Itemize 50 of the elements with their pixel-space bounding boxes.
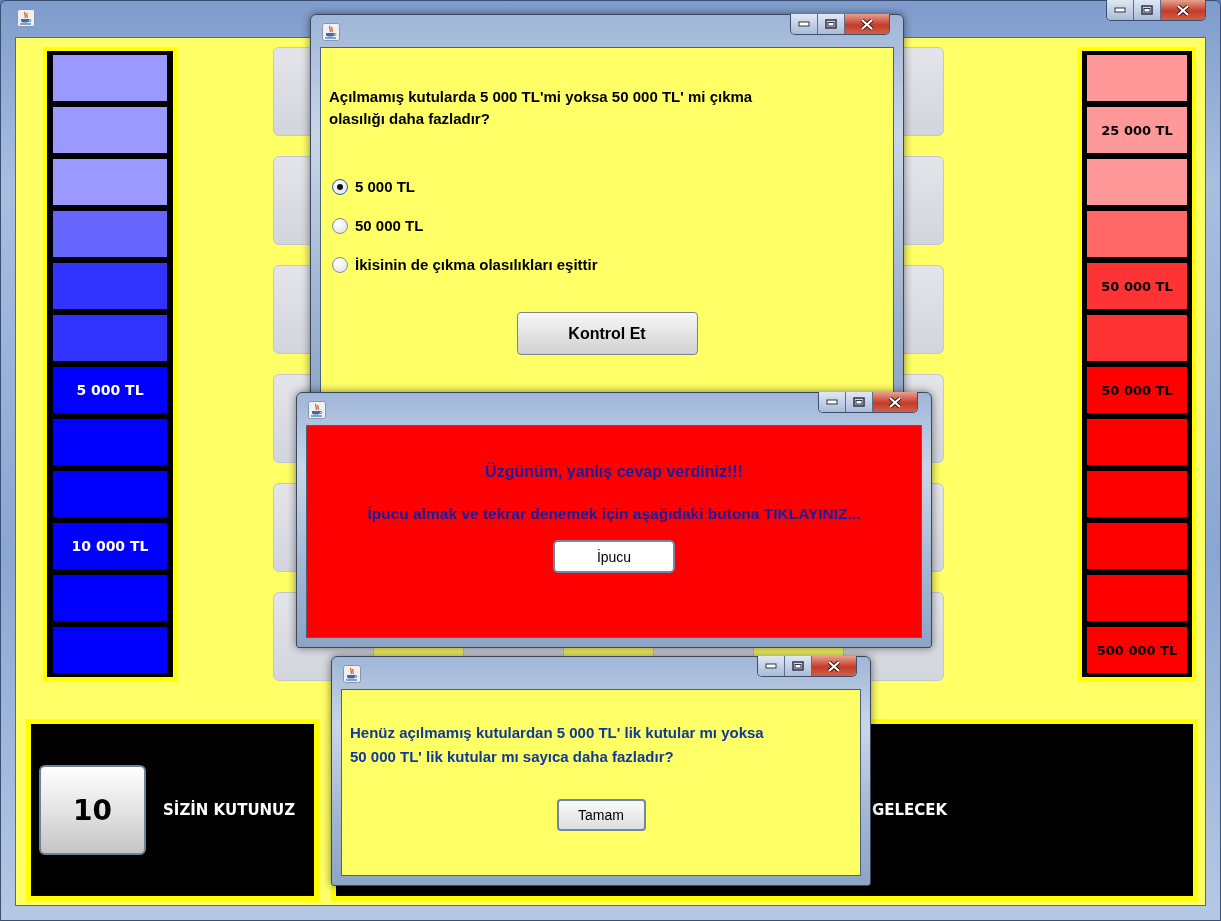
cup-icon [343,665,361,683]
close-button[interactable] [812,656,856,676]
option-label: 5 000 TL [355,178,416,195]
question-text: Açılmamış kutularda 5 000 TL'mi yoksa 50 000 TL' mi çıkma olasılığı daha fazladır? [329,87,754,129]
prize-tier: 25 000 TL [1087,107,1187,153]
close-button[interactable] [1161,0,1205,20]
hint-message: Henüz açılmamış kutulardan 5 000 TL' lik kutular mı yoksa 50 000 TL' lik kutular mı sayıca daha fazladır? [350,723,764,767]
minimize-button[interactable] [819,392,846,412]
close-button[interactable] [845,14,889,34]
maximize-button[interactable] [1134,0,1161,20]
hint-button[interactable]: İpucu [553,540,675,573]
prize-tier: 500 000 TL [1087,627,1187,673]
maximize-button[interactable] [785,656,812,676]
cup-icon [322,23,340,41]
minimize-icon [1114,7,1126,13]
maximize-button[interactable] [818,14,845,34]
error-heading: Üzgünüm, yanlış cevap verdiniz!!! [485,463,743,481]
radio-button[interactable] [332,217,348,234]
minimize-icon [765,663,777,669]
ok-button[interactable]: Tamam [556,799,646,831]
maximize-icon [853,397,865,407]
minimize-icon [798,21,810,27]
maximize-icon [1141,5,1153,15]
your-box-label: SİZİN KUTUNUZ [163,801,296,819]
check-button[interactable]: Kontrol Et [516,312,698,355]
close-icon [860,18,874,30]
minimize-button[interactable] [1107,0,1134,20]
prize-tier: 10 000 TL [53,523,167,569]
prize-tier: 5 000 TL [53,367,167,413]
radio-button[interactable] [332,178,348,195]
offer-label: GELECEK [872,801,948,819]
cup-icon [17,9,35,27]
close-icon [1176,4,1190,16]
maximize-button[interactable] [846,392,873,412]
close-icon [827,660,841,672]
minimize-button[interactable] [758,656,785,676]
radio-button[interactable] [332,256,348,273]
close-icon [888,396,902,408]
close-button[interactable] [873,392,917,412]
option-label: 50 000 TL [355,217,424,234]
option-label: İkisinin de çıkma olasılıkları eşittir [355,256,598,273]
minimize-button[interactable] [791,14,818,34]
maximize-icon [792,661,804,671]
prize-tier: 50 000 TL [1087,263,1187,309]
minimize-icon [826,399,838,405]
error-message: İpucu almak ve tekrar denemek için aşağıdaki butona TIKLAYINIZ... [367,505,861,523]
cup-icon [308,401,326,419]
your-box-button[interactable]: 10 [39,765,146,855]
maximize-icon [825,19,837,29]
prize-tier: 50 000 TL [1087,367,1187,413]
